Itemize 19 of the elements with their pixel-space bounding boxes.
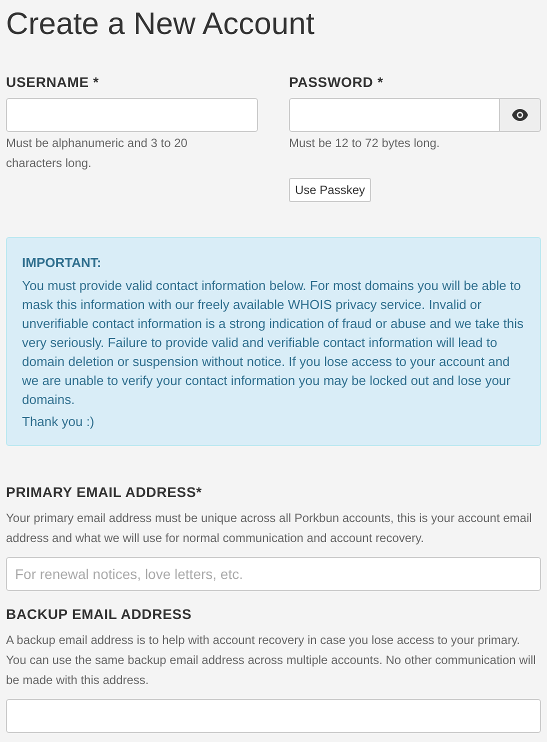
backup-email-field[interactable]	[6, 699, 541, 733]
page-title: Create a New Account	[6, 6, 316, 42]
use-passkey-button[interactable]: Use Passkey	[289, 178, 372, 202]
password-field[interactable]	[289, 98, 500, 132]
username-field[interactable]	[6, 98, 258, 132]
show-password-button[interactable]	[500, 98, 541, 132]
help-text: A backup email address is to help with account recovery in case you lose access to your primary. You can use the same backup email address across multiple accounts. No other communication will be made with this address.	[6, 632, 537, 689]
field-label: PASSWORD *	[289, 73, 384, 92]
primary-email-field[interactable]: For renewal notices, love letters, etc.	[6, 557, 541, 591]
eye-icon	[512, 109, 528, 121]
help-text: Must be 12 to 72 bytes long.	[289, 135, 441, 152]
thanks-text: Thank you :)	[22, 413, 96, 431]
notice-heading: IMPORTANT:	[22, 254, 102, 272]
notice-text: You must provide valid contact information below. For most domains you will be able to mask this information with our freely available WHOIS privacy service. Invalid or unverifiable contact information is a strong indication of fraud or abuse and we take this very seriously. Failure to provide valid and verifiable contact information will lead to domain deletion or suspension without notice. If you lose access to your account and we are unable to verify your contact information you may be locked out and lose your domains.	[22, 277, 525, 409]
field-label: PRIMARY EMAIL ADDRESS*	[6, 483, 203, 502]
field-label: BACKUP EMAIL ADDRESS	[6, 605, 193, 624]
help-text: Must be alphanumeric and 3 to 20 characters long.	[6, 135, 188, 172]
help-text: Your primary email address must be unique across all Porkbun accounts, this is your account email address and what we will use for normal communication and account recovery.	[6, 510, 533, 547]
field-label: USERNAME *	[6, 73, 100, 92]
